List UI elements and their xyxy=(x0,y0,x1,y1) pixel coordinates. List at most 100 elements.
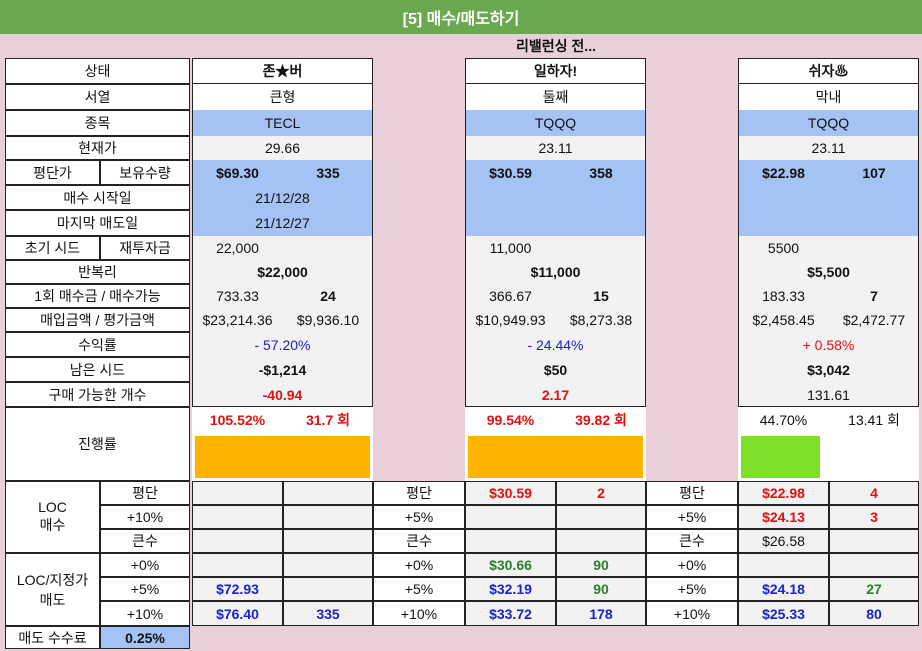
account-per-buy: 733.33 xyxy=(192,284,283,308)
loc-buy-price xyxy=(465,505,556,529)
account-per-buy: 183.33 xyxy=(738,284,829,308)
account-order: 둘째 xyxy=(465,84,646,110)
account-order: 막내 xyxy=(738,84,919,110)
account-state: 존★버 xyxy=(192,58,373,84)
account-remaining-seed: $50 xyxy=(465,357,646,382)
account-price: 23.11 xyxy=(465,136,646,160)
account-cost: $2,458.45 xyxy=(738,308,829,332)
loc-buy-price: $22.98 xyxy=(738,481,829,505)
loc-sell-price: $25.33 xyxy=(738,601,829,626)
loc-sell-price xyxy=(738,553,829,577)
account-order: 큰형 xyxy=(192,84,373,110)
sublabel-avg: 평단 xyxy=(100,481,190,505)
account-seed: 22,000 xyxy=(192,236,283,260)
sublabel-p5: +5% xyxy=(100,577,190,601)
loc-buy-price xyxy=(192,529,283,553)
account-qty: 358 xyxy=(556,160,646,185)
loc-sell-price: $33.72 xyxy=(465,601,556,626)
account-return: + 0.58% xyxy=(738,332,919,357)
label-per_buy: 1회 매수금 / 매수가능 xyxy=(5,284,190,308)
sublabel-p10: +10% xyxy=(100,505,190,529)
account-remaining-seed: -$1,214 xyxy=(192,357,373,382)
label-return: 수익률 xyxy=(5,332,190,357)
fee-value: 0.25% xyxy=(100,626,190,649)
label-order: 서열 xyxy=(5,84,190,110)
label-ticker: 종목 xyxy=(5,110,190,136)
sheet-title: [5] 매수/매도하기 xyxy=(0,0,922,34)
label-last_sell: 마지막 매도일 xyxy=(5,210,190,236)
label-cost_eval: 매입금액 / 평가금액 xyxy=(5,308,190,332)
loc-sell-qty: 80 xyxy=(829,601,919,626)
loc-buy-price: $30.59 xyxy=(465,481,556,505)
loc-buy-price: $26.58 xyxy=(738,529,829,553)
account-buyable: -40.94 xyxy=(192,382,373,407)
loc-buy-qty xyxy=(283,529,373,553)
account-progress-count: 13.41 회 xyxy=(829,407,919,433)
account-buyable: 2.17 xyxy=(465,382,646,407)
progress-bar-fill xyxy=(741,436,820,478)
account-cost: $10,949.93 xyxy=(465,308,556,332)
account-eval: $9,936.10 xyxy=(283,308,373,332)
sublabel-p0: +0% xyxy=(373,553,465,577)
account-progress-pct: 44.70% xyxy=(738,407,829,433)
loc-sell-qty: 90 xyxy=(556,577,646,601)
sublabel-big: 큰수 xyxy=(646,529,738,553)
label-fee: 매도 수수료 xyxy=(5,626,100,649)
progress-bar-fill xyxy=(195,436,370,478)
account-return: - 57.20% xyxy=(192,332,373,357)
account-eval: $2,472.77 xyxy=(829,308,919,332)
loc-buy-price xyxy=(192,481,283,505)
label-loc-sell: LOC/지정가 매도 xyxy=(5,553,100,626)
account-last-sell xyxy=(465,210,646,236)
loc-buy-qty: 2 xyxy=(556,481,646,505)
account-ticker: TQQQ xyxy=(465,110,646,136)
account-progress-count: 39.82 회 xyxy=(556,407,646,433)
account-reinvest xyxy=(829,236,919,260)
account-last-sell xyxy=(738,210,919,236)
rebalance-status: 리밸런싱 전... xyxy=(516,38,596,54)
label-reinvest: 재투자금 xyxy=(100,236,190,260)
account-compound: $5,500 xyxy=(738,260,919,284)
loc-buy-qty xyxy=(829,529,919,553)
loc-sell-price: $30.66 xyxy=(465,553,556,577)
account-compound: $11,000 xyxy=(465,260,646,284)
loc-sell-qty xyxy=(283,553,373,577)
account-avg-price: $69.30 xyxy=(192,160,283,185)
account-state: 쉬자♨ xyxy=(738,58,919,84)
loc-sell-price: $76.40 xyxy=(192,601,283,626)
loc-sell-qty: 90 xyxy=(556,553,646,577)
sublabel-p0: +0% xyxy=(646,553,738,577)
label-init-seed: 초기 시드 xyxy=(5,236,100,260)
account-buyable: 131.61 xyxy=(738,382,919,407)
loc-buy-qty: 4 xyxy=(829,481,919,505)
account-remaining-seed: $3,042 xyxy=(738,357,919,382)
label-loc-buy: LOC 매수 xyxy=(5,481,100,553)
loc-sell-qty: 27 xyxy=(829,577,919,601)
label-holding: 보유수량 xyxy=(100,160,190,185)
account-seed: 5500 xyxy=(738,236,829,260)
account-reinvest xyxy=(556,236,646,260)
sublabel-p5: +5% xyxy=(646,577,738,601)
account-ticker: TECL xyxy=(192,110,373,136)
loc-sell-qty: 178 xyxy=(556,601,646,626)
label-remaining: 남은 시드 xyxy=(5,357,190,382)
account-return: - 24.44% xyxy=(465,332,646,357)
sublabel-p10: +10% xyxy=(373,601,465,626)
label-avg: 평단가 xyxy=(5,160,100,185)
account-avg-price: $22.98 xyxy=(738,160,829,185)
account-cost: $23,214.36 xyxy=(192,308,283,332)
loc-sell-price: $32.19 xyxy=(465,577,556,601)
account-progress-pct: 99.54% xyxy=(465,407,556,433)
account-buy-start xyxy=(738,185,919,210)
loc-sell-price: $24.18 xyxy=(738,577,829,601)
account-buy-count: 7 xyxy=(829,284,919,308)
sublabel-p5: +5% xyxy=(646,505,738,529)
account-compound: $22,000 xyxy=(192,260,373,284)
account-per-buy: 366.67 xyxy=(465,284,556,308)
sublabel-big: 큰수 xyxy=(100,529,190,553)
account-price: 23.11 xyxy=(738,136,919,160)
account-price: 29.66 xyxy=(192,136,373,160)
account-buy-start: 21/12/28 xyxy=(192,185,373,210)
loc-buy-qty xyxy=(556,505,646,529)
loc-sell-qty: 335 xyxy=(283,601,373,626)
